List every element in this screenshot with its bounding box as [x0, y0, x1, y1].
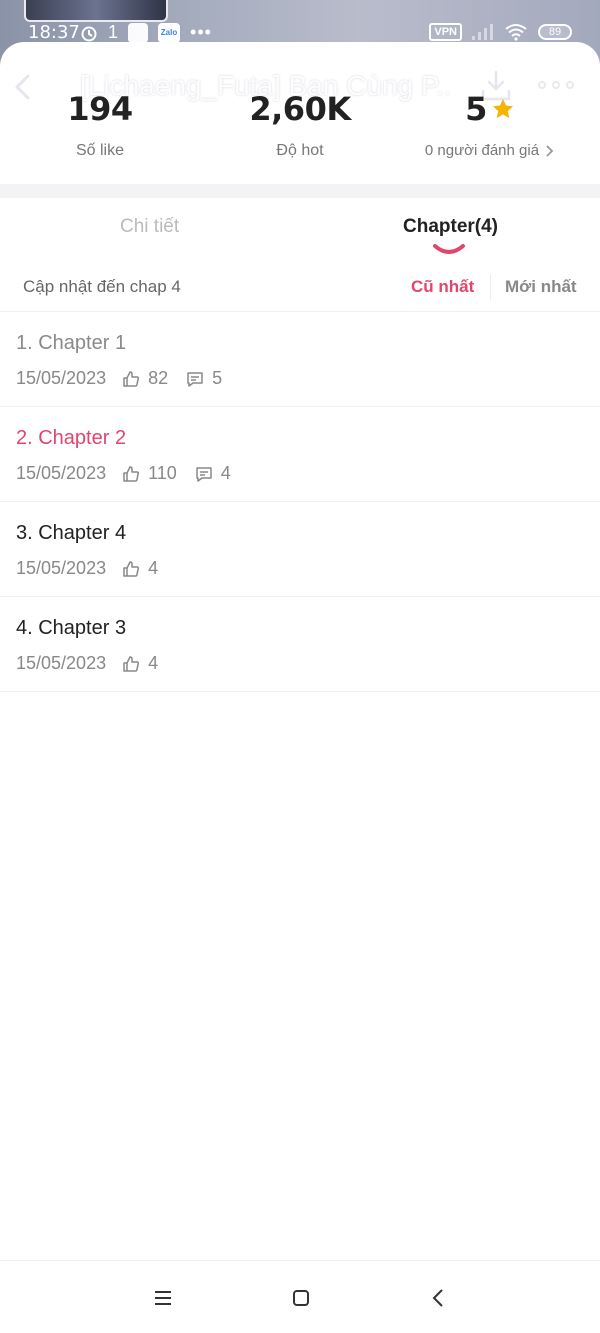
chapter-meta: 15/05/2023 4	[16, 558, 176, 579]
chapter-date: 15/05/2023	[16, 653, 107, 673]
likes-value: 194	[67, 90, 133, 128]
chapter-row[interactable]: 4. Chapter 3 15/05/2023 4	[0, 597, 600, 692]
tab-detail[interactable]: Chi tiết	[120, 216, 179, 238]
star-icon	[492, 99, 513, 119]
comment-icon	[196, 466, 212, 482]
chapter-like-count: 4	[148, 558, 159, 578]
sort-separator	[490, 274, 491, 300]
chapter-meta: 15/05/2023 4	[16, 653, 176, 674]
status-system-icons: VPN 89	[429, 23, 572, 41]
battery-icon: 89	[538, 24, 572, 40]
tab-bar: Chi tiết Chapter(4)	[0, 198, 600, 258]
chapter-row[interactable]: 2. Chapter 2 15/05/2023 110 4	[0, 407, 600, 502]
rating-stat[interactable]: 5 0 người đánh giá	[410, 90, 570, 159]
chapter-date: 15/05/2023	[16, 558, 107, 578]
sort-newest-button[interactable]: Mới nhất	[505, 277, 577, 297]
likes-label: Số like	[75, 142, 125, 159]
thumbs-up-icon	[123, 560, 140, 577]
thumbs-up-icon	[123, 655, 140, 672]
alarm-icon	[81, 26, 97, 41]
chapter-date: 15/05/2023	[16, 463, 107, 483]
likes-stat: 194 Số like	[55, 90, 145, 160]
rating-value: 5	[465, 90, 487, 128]
rating-link[interactable]: 0 người đánh giá	[410, 142, 570, 159]
sort-bar: Cập nhật đến chap 4 Cũ nhất Mới nhất	[0, 262, 600, 312]
hot-value: 2,60K	[249, 90, 351, 128]
more-notifications-icon: •••	[190, 22, 212, 42]
zalo-icon: Zalo	[158, 22, 181, 43]
rating-label: 0 người đánh giá	[424, 142, 540, 159]
chapter-row[interactable]: 3. Chapter 4 15/05/2023 4	[0, 502, 600, 597]
comment-icon	[187, 371, 203, 387]
rating-row: 5	[410, 90, 570, 128]
chapter-like-count: 110	[148, 463, 177, 483]
chapter-meta: 15/05/2023 110 4	[16, 463, 249, 484]
system-back-icon[interactable]	[428, 1287, 450, 1309]
hot-stat: 2,60K Độ hot	[240, 90, 360, 160]
chapter-like-count: 4	[148, 653, 159, 673]
update-status: Cập nhật đến chap 4	[23, 277, 181, 296]
section-divider	[0, 184, 600, 198]
app-notification-icon	[128, 22, 149, 43]
home-icon[interactable]	[290, 1287, 312, 1309]
chapter-meta: 15/05/2023 82 5	[16, 368, 240, 389]
system-nav-bar	[0, 1260, 600, 1333]
vpn-icon: VPN	[429, 23, 462, 41]
thumbs-up-icon	[123, 370, 140, 387]
chapter-title: 1. Chapter 1	[16, 332, 127, 354]
chevron-right-icon	[546, 144, 554, 157]
tab-chapter[interactable]: Chapter(4)	[403, 216, 498, 238]
video-thumbnail[interactable]	[24, 0, 168, 22]
status-time: 18:37	[28, 22, 80, 43]
chapter-comment-count: 5	[212, 368, 223, 388]
chapter-title: 3. Chapter 4	[16, 522, 127, 544]
chapter-title: 2. Chapter 2	[16, 427, 127, 449]
recent-apps-icon[interactable]	[152, 1287, 174, 1309]
chapter-title: 4. Chapter 3	[16, 617, 127, 639]
chapter-date: 15/05/2023	[16, 368, 107, 388]
sort-oldest-button[interactable]: Cũ nhất	[411, 277, 474, 297]
notification-badge: 1	[108, 22, 119, 42]
chapter-list: 1. Chapter 1 15/05/2023 82 5 2. Chapter 2 15/…	[0, 312, 600, 692]
thumbs-up-icon	[123, 465, 140, 482]
signal-icon	[472, 24, 493, 40]
chapter-comment-count: 4	[220, 463, 231, 483]
wifi-icon	[505, 24, 527, 41]
chapter-row[interactable]: 1. Chapter 1 15/05/2023 82 5	[0, 312, 600, 407]
status-notification-icons: 1 Zalo •••	[80, 22, 212, 43]
hot-label: Độ hot	[276, 142, 324, 159]
active-tab-indicator	[433, 244, 465, 254]
chapter-like-count: 82	[148, 368, 169, 388]
stats-section: 194 Số like 2,60K Độ hot 5 0 người đánh …	[0, 90, 600, 170]
